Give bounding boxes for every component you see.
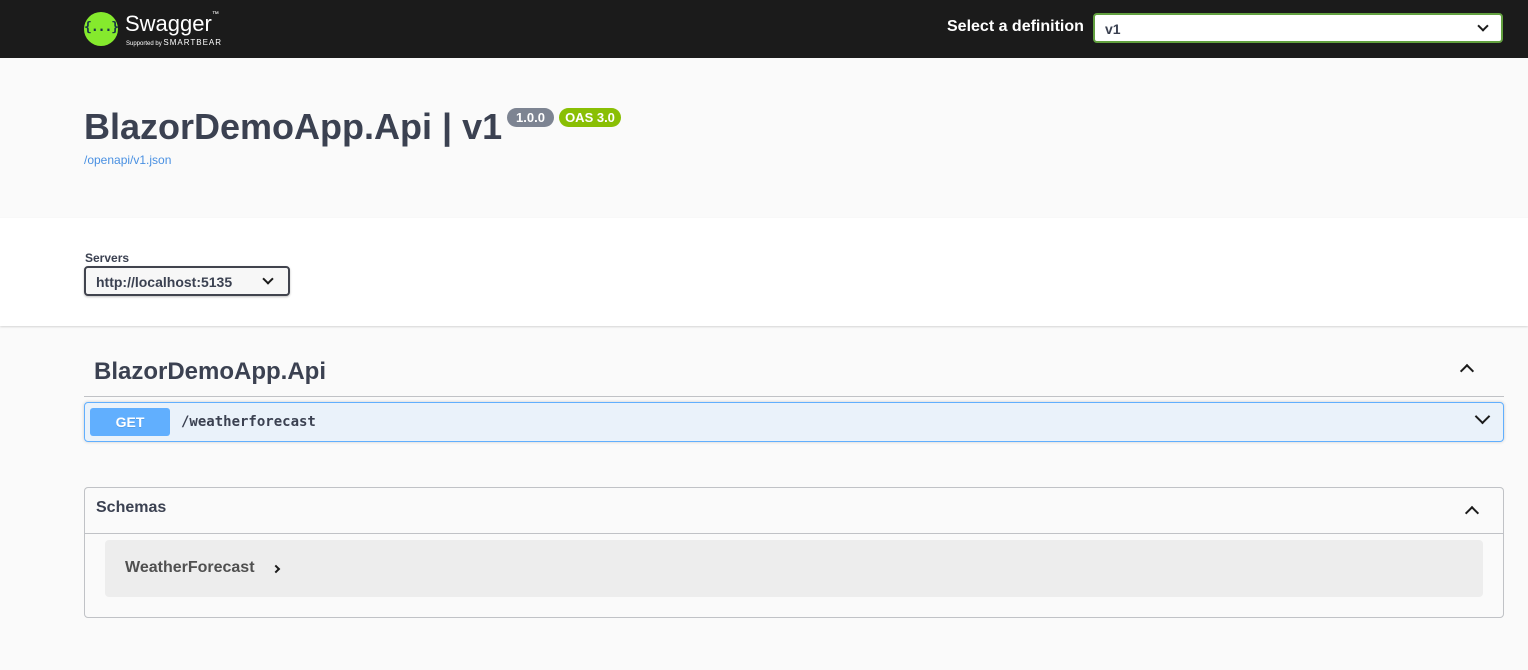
definition-select-value: v1	[1105, 21, 1121, 37]
tag-title: BlazorDemoApp.Api	[94, 358, 327, 385]
spec-link[interactable]: /openapi/v1.json	[84, 153, 171, 167]
schemas-title: Schemas	[96, 499, 167, 516]
topbar: {...} Swagger™ Supported by SMARTBEAR Se…	[0, 0, 1528, 58]
schemas-section: Schemas WeatherForecast	[84, 487, 1504, 618]
version-badge: 1.0.0	[507, 108, 554, 127]
tag-header[interactable]: BlazorDemoApp.Api	[84, 346, 1504, 397]
operation-path: /weatherforecast	[181, 414, 316, 430]
chevron-down-icon[interactable]	[1474, 408, 1491, 425]
chevron-down-icon	[262, 273, 274, 285]
method-badge: GET	[90, 408, 170, 436]
api-info: BlazorDemoApp.Api | v1 1.0.0 OAS 3.0 /op…	[0, 58, 1528, 218]
opblock-get-weatherforecast[interactable]: GET /weatherforecast	[84, 402, 1504, 442]
model-weatherforecast[interactable]: WeatherForecast	[105, 540, 1483, 597]
page-title: BlazorDemoApp.Api | v1	[84, 106, 503, 147]
servers-select[interactable]: http://localhost:5135	[84, 266, 290, 296]
chevron-up-icon[interactable]	[1459, 363, 1475, 379]
definition-label: Select a definition	[947, 18, 1084, 35]
chevron-up-icon[interactable]	[1464, 505, 1480, 521]
swagger-logo[interactable]: {...} Swagger™ Supported by SMARTBEAR	[84, 9, 245, 49]
oas-badge: OAS 3.0	[559, 108, 621, 127]
schemas-header[interactable]: Schemas	[85, 488, 1503, 534]
logo-title: Swagger™	[125, 11, 219, 36]
servers-section: Servers http://localhost:5135	[0, 218, 1528, 326]
definition-select[interactable]: v1	[1093, 13, 1503, 43]
model-name: WeatherForecast	[125, 559, 255, 576]
swagger-logo-icon: {...}	[84, 12, 119, 46]
logo-tagline: Supported by SMARTBEAR	[126, 38, 223, 47]
servers-label: Servers	[85, 251, 130, 265]
chevron-right-icon[interactable]	[271, 564, 281, 574]
chevron-down-icon	[1477, 20, 1489, 32]
servers-select-value: http://localhost:5135	[96, 274, 233, 290]
